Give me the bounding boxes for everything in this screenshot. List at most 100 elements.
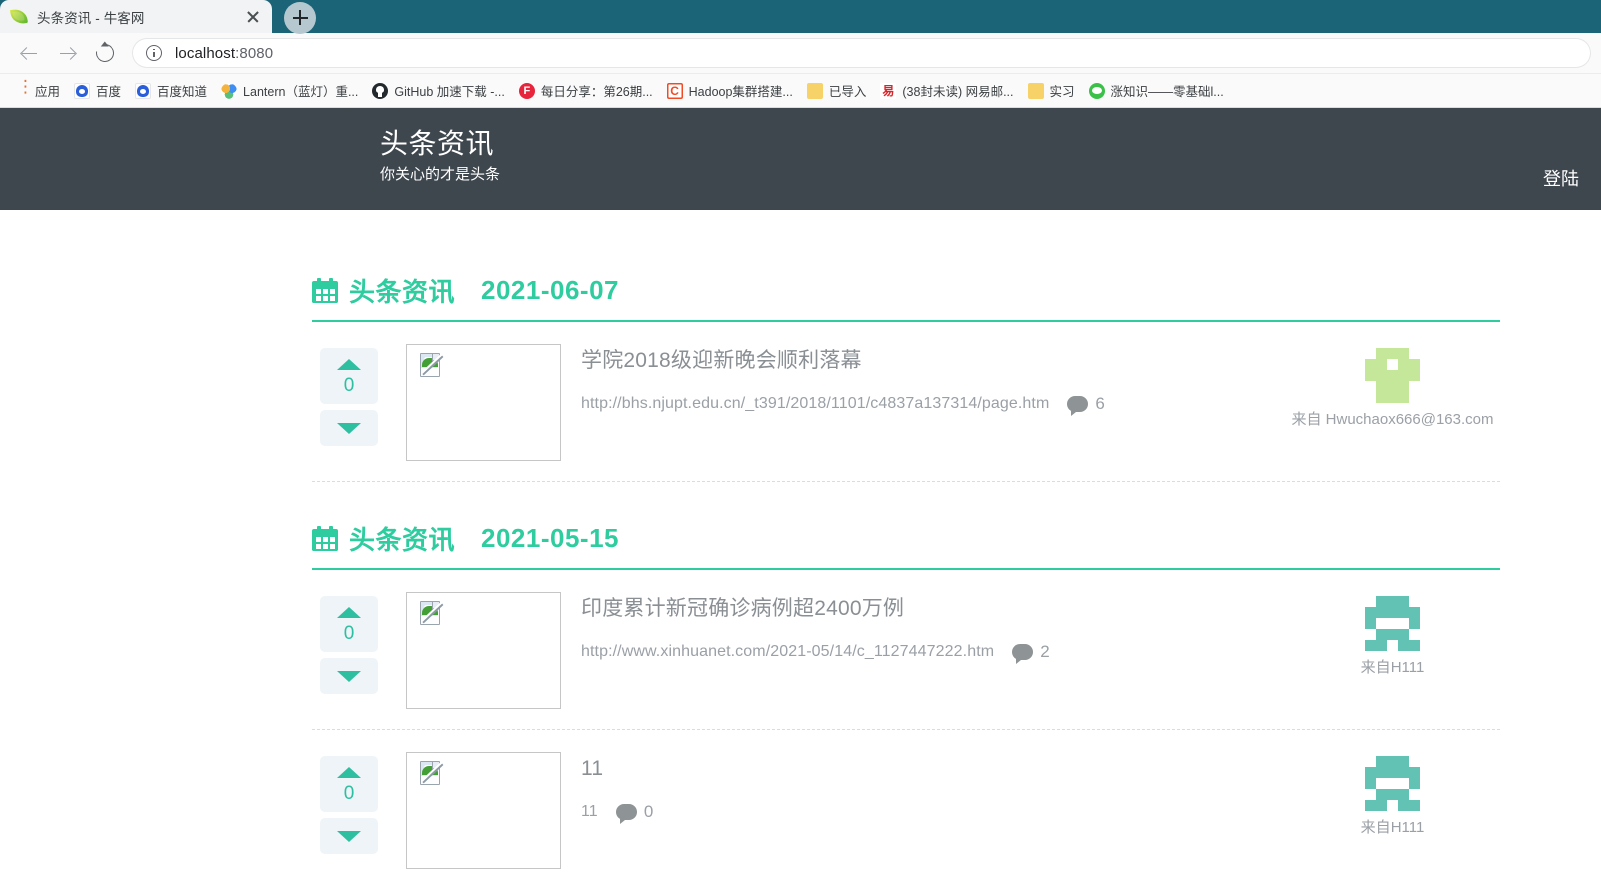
tab-title: 头条资讯 - 牛客网	[37, 7, 238, 27]
vote-count: 0	[344, 782, 355, 806]
comment-bubble-icon	[1067, 396, 1088, 412]
article-url[interactable]: 11	[581, 803, 598, 821]
info-circle-icon[interactable]	[146, 45, 162, 61]
upvote-button[interactable]: 0	[320, 596, 378, 652]
news-list: 0 学院2018级迎新晚会顺利落幕	[312, 322, 1500, 482]
page-viewport: 头条资讯 你关心的才是头条 登陆 头条资讯 2021-06-07	[0, 108, 1601, 883]
bookmark-item[interactable]: 每日分享：第26期...	[512, 78, 660, 104]
avatar	[1365, 596, 1420, 651]
vote-widget[interactable]: 0	[320, 756, 378, 854]
article-thumbnail	[406, 752, 561, 869]
back-button[interactable]	[10, 34, 48, 72]
news-feed: 头条资讯 2021-06-07 0	[0, 210, 1601, 883]
triangle-up-icon	[337, 767, 361, 778]
article-meta: http://www.xinhuanet.com/2021-05/14/c_11…	[581, 642, 1285, 662]
bookmark-label: 应用	[35, 81, 60, 100]
bookmark-item[interactable]: 实习	[1021, 78, 1082, 104]
vote-count: 0	[344, 374, 355, 398]
browser-toolbar: localhost:8080	[0, 33, 1601, 74]
comment-count: 2	[1040, 642, 1049, 662]
article-title[interactable]: 学院2018级迎新晚会顺利落幕	[581, 346, 1285, 376]
news-item[interactable]: 0 印度累计新冠确诊病例超2400万例	[312, 570, 1500, 730]
triangle-down-icon	[337, 671, 361, 682]
calendar-icon	[312, 278, 338, 303]
vote-widget[interactable]: 0	[320, 596, 378, 694]
comment-link[interactable]: 0	[616, 802, 653, 822]
article-source: 来自H111	[1285, 752, 1500, 839]
bookmark-item[interactable]: 百度	[67, 78, 128, 104]
downvote-button[interactable]	[320, 410, 378, 446]
bookmark-item[interactable]: 百度知道	[128, 78, 214, 104]
news-item[interactable]: 0 11 11	[312, 730, 1500, 883]
comment-bubble-icon	[616, 804, 637, 820]
browser-window: 头条资讯 - 牛客网 localhost:8080 应用 百度 百度知道 Lan…	[0, 0, 1601, 884]
bookmark-item[interactable]: Hadoop集群搭建...	[660, 78, 800, 104]
triangle-up-icon	[337, 359, 361, 370]
baidu-paw-icon	[74, 83, 90, 99]
article-url[interactable]: http://www.xinhuanet.com/2021-05/14/c_11…	[581, 643, 994, 661]
address-bar[interactable]: localhost:8080	[132, 38, 1591, 68]
vote-count: 0	[344, 622, 355, 646]
comment-link[interactable]: 6	[1067, 394, 1104, 414]
calendar-icon	[312, 526, 338, 551]
upvote-button[interactable]: 0	[320, 348, 378, 404]
article-title[interactable]: 11	[581, 754, 1285, 784]
upvote-button[interactable]: 0	[320, 756, 378, 812]
comment-count: 0	[644, 802, 653, 822]
comment-bubble-icon	[1012, 644, 1033, 660]
forward-arrow-icon	[58, 44, 77, 63]
article-body: 印度累计新冠确诊病例超2400万例 http://www.xinhuanet.c…	[581, 592, 1285, 662]
bookmark-label: GitHub 加速下载 -...	[394, 81, 504, 100]
bookmark-item[interactable]: 已导入	[800, 78, 874, 104]
bookmark-label: 百度知道	[157, 81, 207, 100]
comment-link[interactable]: 2	[1012, 642, 1049, 662]
bookmarks-bar: 应用 百度 百度知道 Lantern（蓝灯）重... GitHub 加速下载 -…	[0, 74, 1601, 108]
article-body: 11 11 0	[581, 752, 1285, 822]
folder-icon	[1028, 83, 1044, 99]
bookmark-label: 涨知识——零基础l...	[1111, 81, 1224, 100]
reload-button[interactable]	[86, 34, 124, 72]
section-label: 头条资讯	[349, 272, 455, 309]
section-header: 头条资讯 2021-06-07	[312, 272, 1500, 322]
tab-strip: 头条资讯 - 牛客网	[0, 0, 1601, 33]
downvote-button[interactable]	[320, 658, 378, 694]
broken-image-icon	[416, 761, 444, 789]
c-square-icon	[667, 83, 683, 99]
bookmark-label: 百度	[96, 81, 121, 100]
bookmark-item[interactable]: 应用	[6, 78, 67, 104]
page-subtitle: 你关心的才是头条	[380, 163, 500, 187]
new-tab-button[interactable]	[272, 0, 328, 33]
bookmark-item[interactable]: (38封未读) 网易邮...	[873, 78, 1020, 104]
apps-grid-icon	[13, 83, 29, 99]
bookmark-label: (38封未读) 网易邮...	[902, 81, 1013, 100]
comment-count: 6	[1095, 394, 1104, 414]
close-icon[interactable]	[242, 6, 264, 28]
forward-button[interactable]	[48, 34, 86, 72]
bookmark-item[interactable]: GitHub 加速下载 -...	[365, 78, 511, 104]
wechat-icon	[1089, 83, 1105, 99]
plus-icon	[284, 2, 316, 34]
section-date: 2021-05-15	[481, 523, 619, 554]
article-source: 来自 Hwuchaox666@163.com	[1285, 344, 1500, 431]
article-url[interactable]: http://bhs.njupt.edu.cn/_t391/2018/1101/…	[581, 395, 1049, 413]
article-meta: 11 0	[581, 802, 1285, 822]
section-date: 2021-06-07	[481, 275, 619, 306]
vote-widget[interactable]: 0	[320, 348, 378, 446]
avatar	[1365, 756, 1420, 811]
article-title[interactable]: 印度累计新冠确诊病例超2400万例	[581, 594, 1285, 624]
login-link[interactable]: 登陆	[1543, 165, 1579, 191]
news-item[interactable]: 0 学院2018级迎新晚会顺利落幕	[312, 322, 1500, 482]
broken-image-icon	[416, 601, 444, 629]
article-thumbnail	[406, 344, 561, 461]
news-list: 0 印度累计新冠确诊病例超2400万例	[312, 570, 1500, 883]
bookmark-item[interactable]: 涨知识——零基础l...	[1082, 78, 1231, 104]
reload-icon	[92, 40, 117, 65]
downvote-button[interactable]	[320, 818, 378, 854]
back-arrow-icon	[20, 44, 39, 63]
folder-icon	[807, 83, 823, 99]
browser-tab[interactable]: 头条资讯 - 牛客网	[0, 0, 272, 33]
triangle-down-icon	[337, 423, 361, 434]
bookmark-item[interactable]: Lantern（蓝灯）重...	[214, 78, 365, 104]
f-circle-icon	[519, 83, 535, 99]
bookmark-label: 实习	[1050, 81, 1075, 100]
